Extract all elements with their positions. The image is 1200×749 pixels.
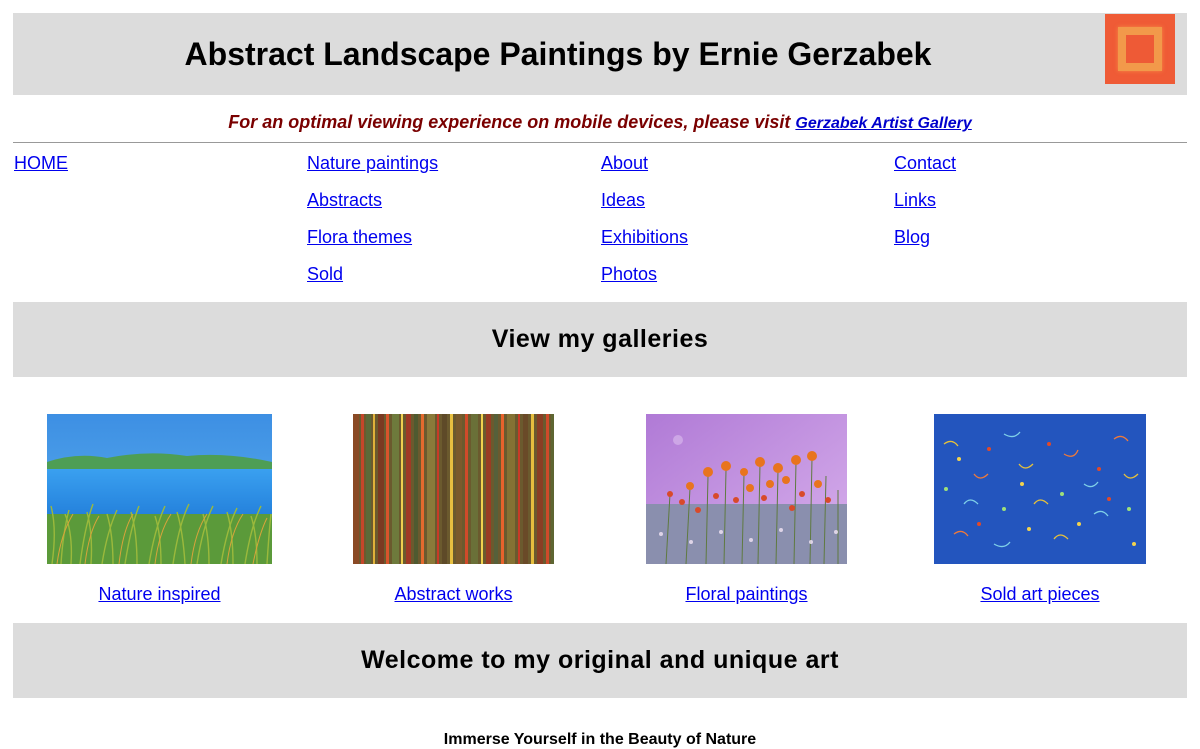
divider [13,142,1187,143]
mobile-gallery-link[interactable]: Gerzabek Artist Gallery [795,115,971,132]
gallery-link-floral[interactable]: Floral paintings [646,584,847,605]
gallery-link-nature[interactable]: Nature inspired [47,584,272,605]
gallery-link-abstract[interactable]: Abstract works [353,584,554,605]
nav-links[interactable]: Links [894,189,936,211]
nature-painting-thumbnail[interactable] [47,414,272,564]
welcome-heading: Welcome to my original and unique art [13,623,1187,698]
nav-flora-themes[interactable]: Flora themes [307,226,412,248]
sold-painting-thumbnail[interactable] [934,414,1146,564]
nav-nature-paintings[interactable]: Nature paintings [307,152,438,174]
nav-photos[interactable]: Photos [601,263,657,285]
nav-sold[interactable]: Sold [307,263,343,285]
nav-contact[interactable]: Contact [894,152,956,174]
site-logo-icon[interactable] [1105,14,1175,84]
site-title: Abstract Landscape Paintings by Ernie Ge… [184,35,932,72]
abstract-painting-thumbnail[interactable] [353,414,554,564]
mobile-notice-text: For an optimal viewing experience on mob… [228,112,796,132]
galleries-heading: View my galleries [13,302,1187,377]
gallery-link-sold[interactable]: Sold art pieces [934,584,1146,605]
welcome-subheading: Immerse Yourself in the Beauty of Nature [443,731,757,748]
nav-exhibitions[interactable]: Exhibitions [601,226,688,248]
site-header: Abstract Landscape Paintings by Ernie Ge… [13,13,1187,95]
floral-painting-thumbnail[interactable] [646,414,847,564]
mobile-notice: For an optimal viewing experience on mob… [13,112,1187,133]
nav-blog[interactable]: Blog [894,226,930,248]
nav-about[interactable]: About [601,152,648,174]
nav-home[interactable]: HOME [14,152,68,174]
nav-abstracts[interactable]: Abstracts [307,189,382,211]
nav-ideas[interactable]: Ideas [601,189,645,211]
